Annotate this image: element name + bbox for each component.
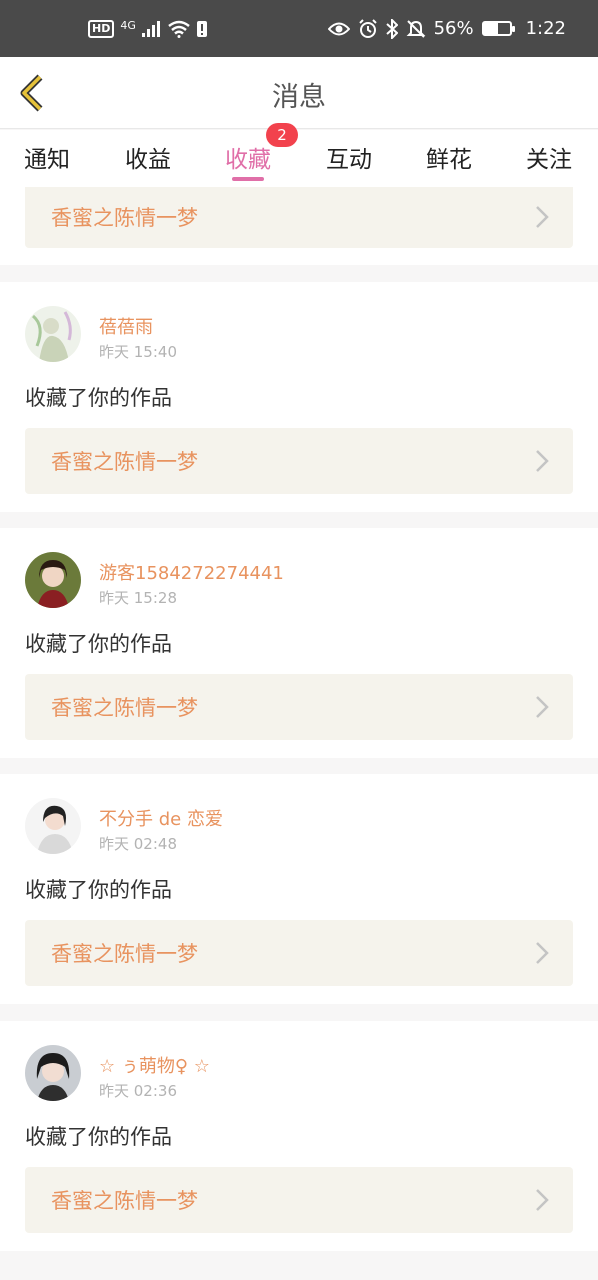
chevron-right-icon xyxy=(536,696,549,718)
action-text: 收藏了你的作品 xyxy=(25,386,172,410)
tab-interactions[interactable]: 互动 xyxy=(326,140,372,174)
avatar[interactable] xyxy=(25,1045,81,1101)
tab-following[interactable]: 关注 xyxy=(526,140,572,174)
timestamp: 昨天 02:48 xyxy=(99,835,177,853)
chevron-right-icon xyxy=(536,206,549,228)
timestamp: 昨天 15:40 xyxy=(99,343,177,361)
wifi-icon xyxy=(168,20,190,38)
user-name[interactable]: 蓓蓓雨 xyxy=(99,313,153,339)
message-list[interactable]: 香蜜之陈情一梦 蓓蓓雨 昨天 15:40 收藏了你的作品 香蜜之陈情一梦 游客1… xyxy=(0,187,598,1280)
user-name[interactable]: 游客1584272274441 xyxy=(99,559,284,585)
hd-icon: HD xyxy=(88,20,115,38)
status-left: HD 4G xyxy=(88,18,208,38)
bluetooth-icon xyxy=(385,18,398,39)
list-item: ☆ ぅ萌物♀ ☆ 昨天 02:36 收藏了你的作品 香蜜之陈情一梦 xyxy=(0,1021,598,1251)
work-title: 香蜜之陈情一梦 xyxy=(51,1189,198,1213)
alarm-icon xyxy=(358,18,377,38)
signal-icon xyxy=(141,21,160,37)
network-type: 4G xyxy=(120,18,136,32)
clock: 1:22 xyxy=(525,18,566,39)
status-right: 56% 1:22 xyxy=(327,18,566,39)
avatar[interactable] xyxy=(25,798,81,854)
tab-bar: 通知 收益 收藏 2 互动 鲜花 关注 xyxy=(0,123,598,187)
avatar[interactable] xyxy=(25,552,81,608)
work-title: 香蜜之陈情一梦 xyxy=(51,206,198,230)
work-title: 香蜜之陈情一梦 xyxy=(51,450,198,474)
sim-alert-icon xyxy=(196,21,207,37)
bell-off-icon xyxy=(406,19,425,38)
timestamp: 昨天 15:28 xyxy=(99,589,177,607)
action-text: 收藏了你的作品 xyxy=(25,632,172,656)
tab-flowers[interactable]: 鲜花 xyxy=(426,140,472,174)
battery-percent: 56% xyxy=(433,18,474,39)
action-text: 收藏了你的作品 xyxy=(25,878,172,902)
chevron-right-icon xyxy=(536,942,549,964)
timestamp: 昨天 02:36 xyxy=(99,1082,177,1100)
work-link[interactable]: 香蜜之陈情一梦 xyxy=(25,674,573,740)
avatar[interactable] xyxy=(25,306,81,362)
list-item: 香蜜之陈情一梦 xyxy=(0,187,598,265)
list-item: 蓓蓓雨 昨天 15:40 收藏了你的作品 香蜜之陈情一梦 xyxy=(0,282,598,512)
battery-fill xyxy=(483,23,499,34)
user-name[interactable]: ☆ ぅ萌物♀ ☆ xyxy=(99,1052,210,1078)
battery-icon xyxy=(481,21,515,36)
user-name[interactable]: 不分手 de 恋爱 xyxy=(99,805,223,831)
chevron-right-icon xyxy=(536,450,549,472)
work-link[interactable]: 香蜜之陈情一梦 xyxy=(25,1167,573,1233)
status-bar: HD 4G 56% 1:22 xyxy=(0,0,598,57)
eye-icon xyxy=(327,22,350,35)
header: 消息 xyxy=(0,57,598,129)
work-title: 香蜜之陈情一梦 xyxy=(51,942,198,966)
work-link[interactable]: 香蜜之陈情一梦 xyxy=(25,428,573,494)
chevron-right-icon xyxy=(536,1189,549,1211)
list-item: 不分手 de 恋爱 昨天 02:48 收藏了你的作品 香蜜之陈情一梦 xyxy=(0,774,598,1004)
page-title: 消息 xyxy=(272,82,326,113)
action-text: 收藏了你的作品 xyxy=(25,1125,172,1149)
favorites-badge: 2 xyxy=(266,123,298,147)
active-tab-indicator xyxy=(232,177,264,181)
work-title: 香蜜之陈情一梦 xyxy=(51,696,198,720)
list-item: 游客1584272274441 昨天 15:28 收藏了你的作品 香蜜之陈情一梦 xyxy=(0,528,598,758)
work-link[interactable]: 香蜜之陈情一梦 xyxy=(25,187,573,248)
tab-notifications[interactable]: 通知 xyxy=(24,140,70,174)
tab-favorites[interactable]: 收藏 xyxy=(225,140,271,174)
tab-earnings[interactable]: 收益 xyxy=(125,140,171,174)
work-link[interactable]: 香蜜之陈情一梦 xyxy=(25,920,573,986)
